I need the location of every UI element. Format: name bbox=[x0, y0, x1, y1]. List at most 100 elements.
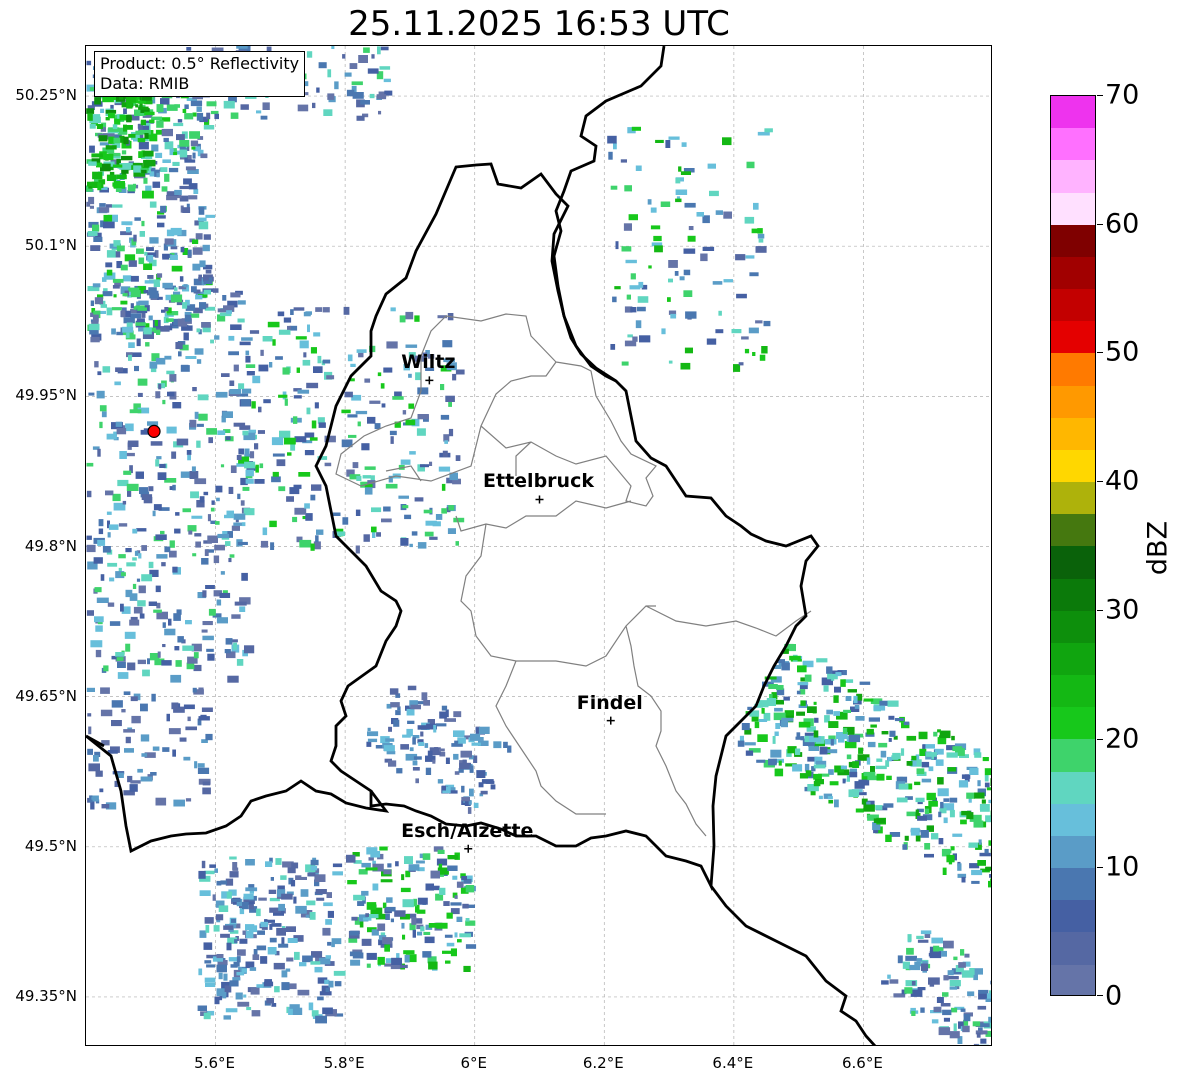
echo-cell bbox=[318, 422, 326, 428]
echo-cell bbox=[341, 409, 351, 414]
echo-cell bbox=[234, 939, 238, 944]
echo-cell bbox=[834, 799, 839, 808]
echo-cell bbox=[222, 295, 227, 301]
echo-cell bbox=[313, 366, 323, 373]
echo-cell bbox=[688, 226, 694, 231]
colorbar-swatch bbox=[1051, 707, 1095, 740]
echo-cell bbox=[214, 113, 219, 120]
colorbar-swatch bbox=[1051, 578, 1095, 611]
echo-cell bbox=[124, 254, 136, 262]
echo-cell bbox=[156, 554, 168, 559]
echo-cell bbox=[121, 310, 126, 318]
echo-cell bbox=[258, 406, 262, 413]
colorbar-swatch bbox=[1051, 482, 1095, 515]
echo-cell bbox=[417, 931, 423, 936]
echo-cell bbox=[229, 871, 239, 878]
echo-cell bbox=[423, 931, 431, 935]
echo-cell bbox=[133, 606, 143, 614]
echo-cell bbox=[164, 141, 174, 150]
echo-cell bbox=[445, 757, 450, 764]
echo-cell bbox=[309, 437, 318, 441]
echo-cell bbox=[240, 500, 245, 506]
echo-cell bbox=[626, 294, 631, 300]
echo-cell bbox=[270, 542, 275, 550]
echo-cell bbox=[198, 217, 207, 222]
echo-cell bbox=[147, 255, 154, 262]
echo-cell bbox=[190, 140, 199, 147]
echo-cell bbox=[215, 521, 220, 525]
echo-cell bbox=[367, 68, 379, 74]
echo-cell bbox=[977, 1044, 989, 1045]
echo-cell bbox=[105, 204, 112, 208]
echo-cell bbox=[249, 967, 257, 971]
echo-cell bbox=[239, 606, 246, 612]
echo-cell bbox=[102, 291, 113, 297]
echo-cell bbox=[412, 737, 416, 745]
echo-cell bbox=[166, 318, 174, 322]
echo-cell bbox=[98, 519, 104, 527]
echo-cell bbox=[88, 161, 97, 166]
echo-cell bbox=[752, 352, 756, 356]
echo-cell bbox=[647, 199, 652, 205]
echo-cell bbox=[225, 1008, 238, 1013]
colorbar-tick bbox=[1097, 738, 1103, 740]
echo-cell bbox=[285, 926, 296, 932]
echo-cell bbox=[349, 930, 359, 936]
echo-cell bbox=[305, 513, 313, 521]
lat-tick-label: 50.1°N bbox=[24, 236, 77, 255]
echo-cell bbox=[197, 767, 210, 774]
echo-cell bbox=[260, 921, 268, 928]
echo-cell bbox=[166, 370, 175, 375]
echo-cell bbox=[124, 748, 134, 753]
colorbar-tick bbox=[1097, 95, 1103, 96]
echo-cell bbox=[412, 929, 416, 938]
echo-cell bbox=[322, 927, 331, 936]
echo-cell bbox=[905, 955, 917, 961]
echo-cell bbox=[185, 356, 197, 359]
echo-cell bbox=[928, 800, 938, 807]
echo-cell bbox=[904, 835, 909, 841]
echo-cell bbox=[227, 675, 239, 683]
echo-cell bbox=[175, 660, 182, 667]
echo-cell bbox=[738, 362, 744, 366]
echo-cell bbox=[363, 534, 370, 542]
echo-cell bbox=[675, 198, 682, 203]
echo-cell bbox=[220, 933, 230, 938]
echo-cell bbox=[236, 659, 244, 666]
echo-cell bbox=[910, 989, 923, 997]
echo-cell bbox=[842, 778, 846, 784]
echo-cell bbox=[156, 215, 166, 219]
echo-cell bbox=[182, 645, 194, 651]
echo-cell bbox=[624, 185, 632, 192]
echo-cell bbox=[98, 528, 104, 535]
echo-cell bbox=[206, 101, 217, 107]
echo-cell bbox=[403, 950, 415, 955]
echo-cell bbox=[757, 233, 765, 239]
echo-cell bbox=[322, 307, 330, 313]
echo-cell bbox=[888, 738, 892, 742]
colorbar-tick-label: 0 bbox=[1105, 980, 1123, 1012]
echo-cell bbox=[463, 965, 471, 972]
echo-cell bbox=[126, 227, 131, 233]
echo-cell bbox=[125, 548, 132, 553]
echo-cell bbox=[826, 666, 833, 674]
echo-cell bbox=[173, 613, 181, 621]
echo-cell bbox=[101, 804, 110, 809]
echo-cell bbox=[358, 352, 364, 358]
colorbar-swatch bbox=[1051, 964, 1095, 995]
echo-cell bbox=[200, 149, 204, 154]
echo-cell bbox=[251, 1010, 261, 1017]
echo-cell bbox=[174, 528, 181, 534]
echo-cell bbox=[143, 327, 152, 335]
echo-cell bbox=[876, 773, 885, 781]
echo-cell bbox=[971, 869, 983, 876]
echo-cell bbox=[222, 992, 227, 999]
echo-cell bbox=[358, 55, 368, 63]
echo-cell bbox=[304, 503, 310, 509]
echo-cell bbox=[902, 844, 908, 850]
echo-cell bbox=[191, 466, 196, 472]
echo-cell bbox=[432, 521, 441, 527]
radar-map[interactable] bbox=[85, 45, 992, 1046]
echo-cell bbox=[424, 531, 434, 537]
lat-tick-label: 49.5°N bbox=[24, 836, 77, 855]
